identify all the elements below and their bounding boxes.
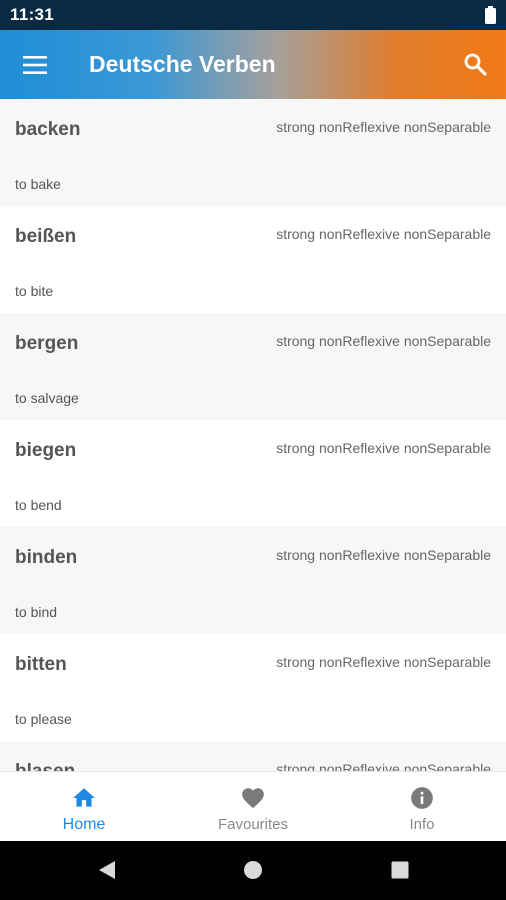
nav-favourites[interactable]: Favourites: [169, 772, 337, 842]
hamburger-menu-icon: [23, 56, 47, 74]
verb-translation: to please: [15, 711, 72, 727]
verb-meta: strong nonReflexive nonSeparable: [276, 119, 491, 135]
menu-button[interactable]: [10, 42, 58, 88]
verb-row[interactable]: biegen strong nonReflexive nonSeparable …: [0, 420, 506, 527]
nav-home-label: Home: [62, 816, 106, 833]
verb-word: beißen: [15, 226, 77, 247]
battery-full-icon: [485, 6, 496, 24]
verb-meta: strong nonReflexive nonSeparable: [276, 226, 491, 242]
recents-square-icon[interactable]: [385, 855, 415, 885]
verb-row[interactable]: blasen strong nonReflexive nonSeparable: [0, 741, 506, 771]
verb-row[interactable]: backen strong nonReflexive nonSeparable …: [0, 99, 506, 206]
info-icon: [411, 787, 433, 809]
nav-favourites-label: Favourites: [217, 816, 289, 833]
verb-meta: strong nonReflexive nonSeparable: [276, 654, 491, 670]
verb-list: backen strong nonReflexive nonSeparable …: [0, 99, 506, 771]
verb-meta: strong nonReflexive nonSeparable: [276, 333, 491, 349]
verb-word: bitten: [15, 654, 67, 675]
verb-translation: to bake: [15, 176, 61, 192]
app-title: Deutsche Verben: [89, 51, 276, 77]
home-circle-icon[interactable]: [238, 855, 268, 885]
heart-icon: [242, 788, 264, 809]
home-icon: [73, 788, 95, 807]
back-triangle-icon[interactable]: [91, 855, 121, 885]
verb-word: backen: [15, 119, 81, 140]
app-bar: Deutsche Verben: [0, 30, 506, 99]
verb-meta: strong nonReflexive nonSeparable: [276, 440, 491, 456]
verb-row[interactable]: bergen strong nonReflexive nonSeparable …: [0, 313, 506, 420]
nav-info-label: Info: [409, 816, 435, 833]
nav-info[interactable]: Info: [338, 772, 506, 842]
search-button[interactable]: [452, 42, 498, 88]
search-icon: [464, 53, 487, 76]
verb-translation: to bind: [15, 604, 58, 620]
verb-translation: to salvage: [15, 390, 79, 406]
verb-word: biegen: [15, 440, 77, 461]
nav-home[interactable]: Home: [0, 772, 168, 842]
verb-translation: to bend: [15, 497, 62, 513]
verb-translation: to bite: [15, 283, 54, 299]
verb-word: blasen: [15, 761, 75, 771]
status-bar: 11:31: [0, 0, 506, 30]
verb-word: binden: [15, 547, 78, 568]
verb-word: bergen: [15, 333, 79, 354]
verb-row[interactable]: bitten strong nonReflexive nonSeparable …: [0, 634, 506, 741]
verb-meta: strong nonReflexive nonSeparable: [276, 761, 491, 771]
verb-meta: strong nonReflexive nonSeparable: [276, 547, 491, 563]
bottom-navigation: Home Favourites Info: [0, 771, 506, 841]
verb-row[interactable]: beißen strong nonReflexive nonSeparable …: [0, 206, 506, 313]
status-time: 11:31: [10, 5, 55, 24]
system-navigation-bar: [0, 841, 506, 900]
verb-row[interactable]: binden strong nonReflexive nonSeparable …: [0, 527, 506, 634]
